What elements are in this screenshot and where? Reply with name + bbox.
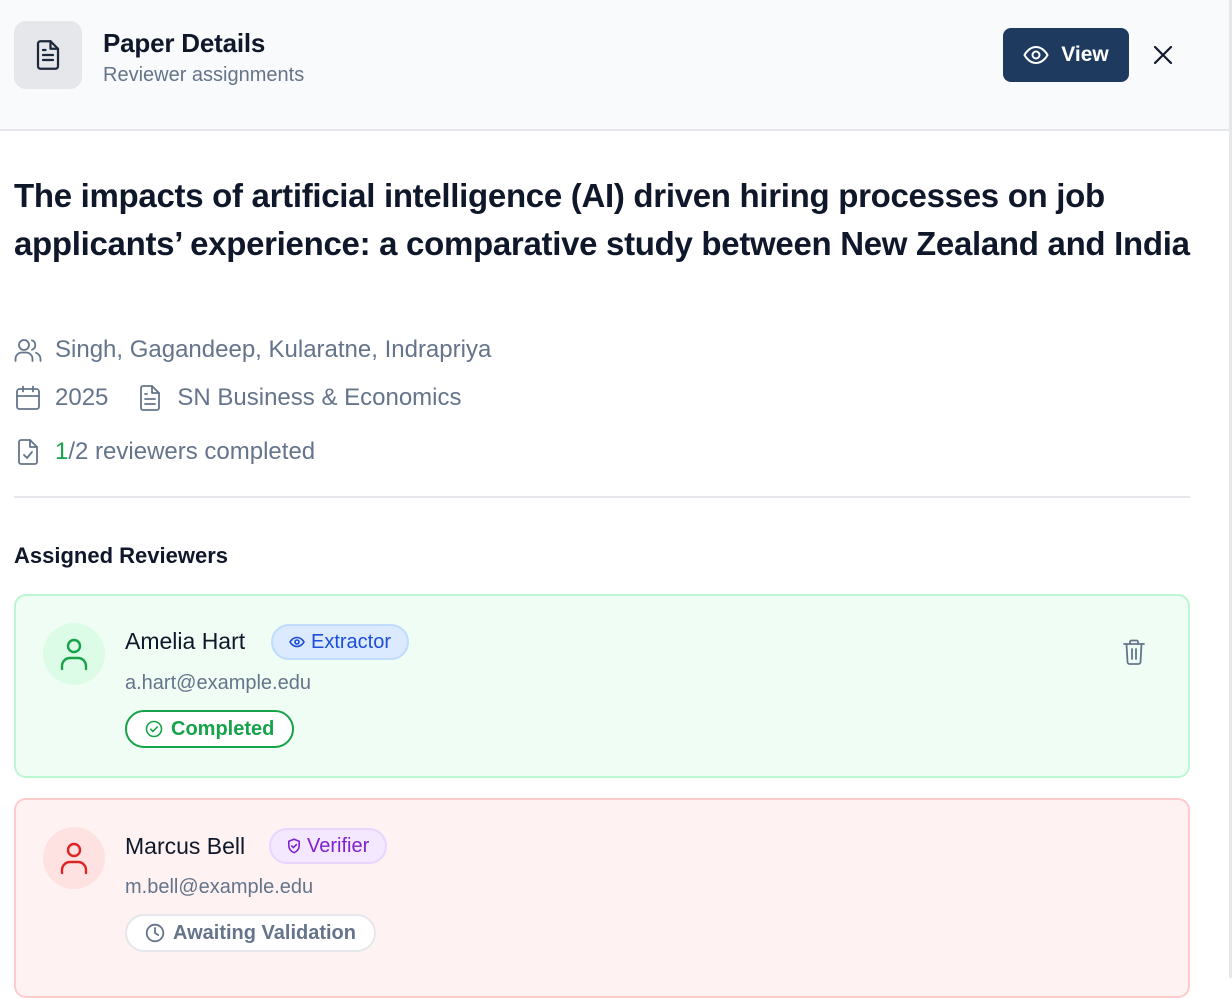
panel-header: Paper Details Reviewer assignments View [0, 0, 1232, 131]
paper-authors-row: Singh, Gagandeep, Kularatne, Indrapriya [14, 336, 491, 364]
user-icon [59, 841, 89, 875]
users-icon [14, 336, 42, 364]
avatar [43, 623, 105, 685]
reviewer-email: m.bell@example.edu [125, 876, 314, 898]
trash-icon[interactable] [1119, 636, 1149, 668]
shield-icon [287, 838, 301, 854]
eye-icon [1023, 45, 1049, 65]
status-label: Awaiting Validation [173, 921, 356, 944]
user-icon [59, 637, 89, 671]
view-button-label: View [1061, 43, 1109, 66]
section-title: Assigned Reviewers [14, 543, 228, 568]
paper-year: 2025 [55, 384, 109, 411]
file-text-icon [14, 21, 82, 89]
paper-journal: SN Business & Economics [177, 384, 462, 411]
view-button[interactable]: View [1003, 28, 1129, 82]
review-progress-row: 1/2 reviewers completed [14, 438, 315, 466]
completed-count: 1 [55, 438, 69, 465]
reviewer-card: Marcus Bell Verifier m.bell@example.edu … [14, 798, 1190, 998]
check-circle-icon [145, 720, 163, 738]
close-icon[interactable] [1148, 40, 1178, 70]
calendar-icon [14, 384, 42, 412]
clock-icon [145, 923, 165, 943]
paper-title: The impacts of artificial intelligence (… [14, 177, 1190, 262]
status-label: Completed [171, 717, 275, 740]
panel-title: Paper Details [103, 28, 266, 58]
reviewer-name: Amelia Hart [125, 628, 246, 654]
paper-year-journal-row: 2025 SN Business & Economics [14, 384, 462, 412]
progress-label: /2 reviewers completed [68, 438, 316, 465]
eye-icon [289, 636, 305, 648]
file-text-icon [136, 384, 164, 412]
divider [14, 496, 1190, 498]
status-badge: Completed [125, 710, 295, 748]
reviewer-name: Marcus Bell [125, 833, 246, 859]
role-badge: Extractor [271, 624, 410, 660]
paper-authors: Singh, Gagandeep, Kularatne, Indrapriya [55, 336, 492, 363]
panel-subtitle: Reviewer assignments [103, 64, 305, 86]
file-check-icon [14, 438, 42, 466]
reviewer-email: a.hart@example.edu [125, 672, 311, 694]
reviewer-card: Amelia Hart Extractor a.hart@example.edu… [14, 594, 1190, 778]
avatar [43, 827, 105, 889]
status-badge: Awaiting Validation [125, 914, 376, 952]
role-label: Verifier [307, 834, 370, 857]
review-progress: 1/2 reviewers completed [55, 438, 315, 466]
role-badge: Verifier [269, 828, 388, 864]
role-label: Extractor [311, 630, 392, 653]
